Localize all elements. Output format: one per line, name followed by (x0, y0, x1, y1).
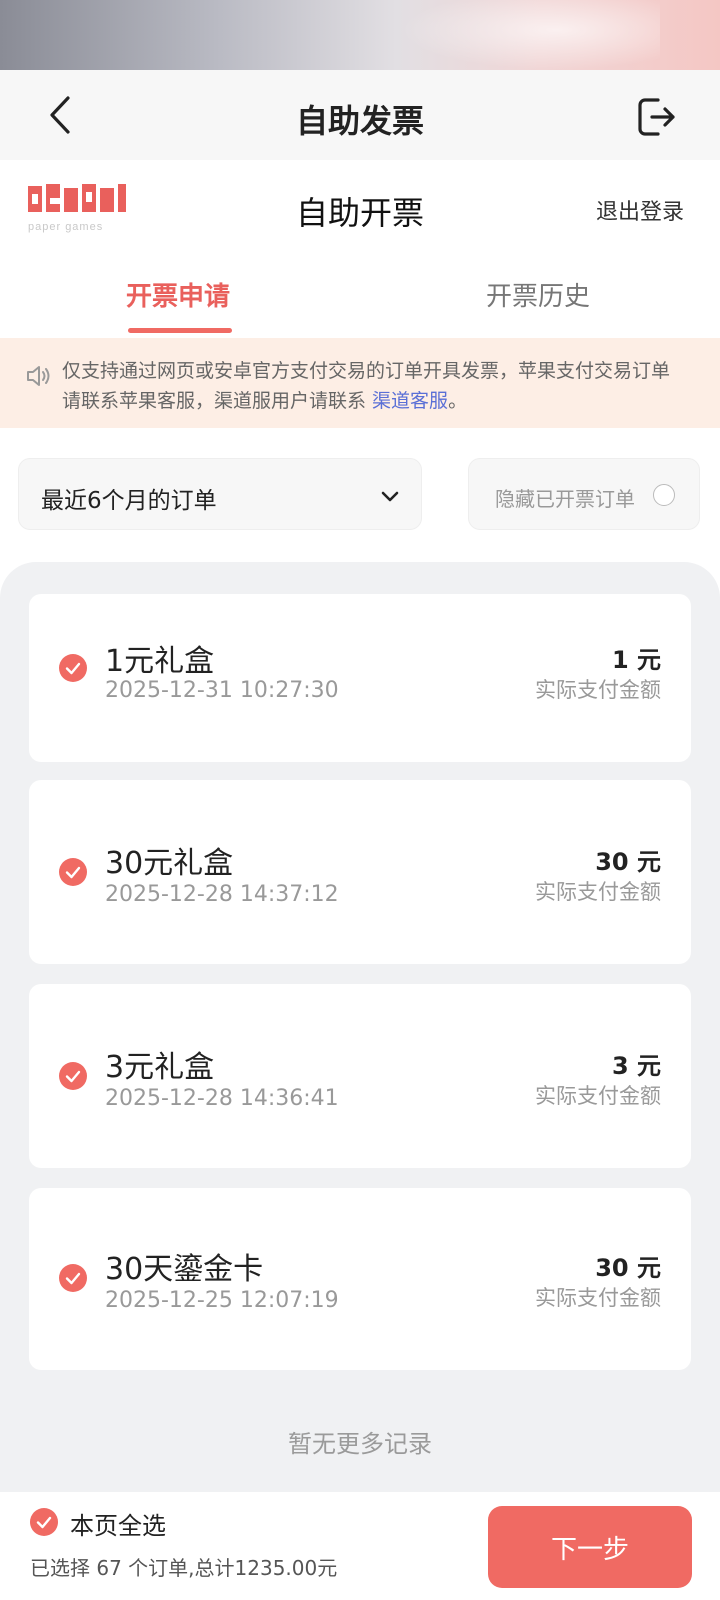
time-range-dropdown[interactable]: 最近6个月的订单 (18, 458, 422, 530)
hide-invoiced-toggle[interactable]: 隐藏已开票订单 (468, 458, 700, 530)
select-all-label[interactable]: 本页全选 (70, 1506, 166, 1541)
order-amount-label: 实际支付金额 (535, 678, 661, 702)
tab-invoice-apply[interactable]: 开票申请 (126, 276, 230, 313)
order-card[interactable]: 30天鎏金卡 2025-12-25 12:07:19 30 元 实际支付金额 (29, 1188, 691, 1370)
footer-bar: 本页全选 已选择 67 个订单,总计1235.00元 下一步 (0, 1492, 720, 1600)
checkmark-circle-icon[interactable] (59, 654, 87, 682)
no-more-records: 暂无更多记录 (288, 1430, 432, 1458)
order-amount-label: 实际支付金额 (535, 1286, 661, 1310)
time-range-value: 最近6个月的订单 (41, 488, 217, 514)
notice-suffix: 。 (448, 390, 468, 412)
next-step-button[interactable]: 下一步 (488, 1506, 692, 1588)
checkmark-circle-icon[interactable] (59, 1264, 87, 1292)
background-shine (400, 0, 660, 70)
order-card[interactable]: 1元礼盒 2025-12-31 10:27:30 1 元 实际支付金额 (29, 594, 691, 762)
select-all-checkmark-icon[interactable] (30, 1508, 58, 1536)
speaker-icon (27, 366, 50, 386)
order-date: 2025-12-28 14:37:12 (105, 882, 339, 907)
exit-button[interactable] (634, 94, 680, 140)
notice-banner: 仅支持通过网页或安卓官方支付交易的订单开具发票，苹果支付交易订单请联系苹果客服，… (0, 338, 720, 428)
logout-link[interactable]: 退出登录 (596, 194, 684, 226)
order-amount: 1 元 (611, 646, 661, 674)
order-name: 1元礼盒 (105, 644, 215, 679)
order-amount: 30 元 (595, 1254, 661, 1282)
active-tab-indicator (128, 328, 232, 333)
order-card[interactable]: 3元礼盒 2025-12-28 14:36:41 3 元 实际支付金额 (29, 984, 691, 1168)
logout-icon (638, 98, 675, 136)
status-bar-background (0, 0, 720, 70)
checkmark-circle-icon[interactable] (59, 858, 87, 886)
page-title: 自助发票 (295, 102, 424, 140)
order-amount-label: 实际支付金额 (535, 1084, 661, 1108)
hide-invoiced-label: 隐藏已开票订单 (495, 487, 635, 511)
order-date: 2025-12-31 10:27:30 (105, 678, 339, 703)
order-name: 30元礼盒 (105, 846, 234, 881)
tab-bar: 开票申请 开票历史 (0, 262, 720, 338)
invoice-header: paper games 自助开票 退出登录 (0, 160, 720, 260)
order-card[interactable]: 30元礼盒 2025-12-28 14:37:12 30 元 实际支付金额 (29, 780, 691, 964)
order-amount: 30 元 (595, 848, 661, 876)
selection-summary: 已选择 67 个订单,总计1235.00元 (30, 1556, 338, 1580)
hide-invoiced-radio[interactable] (653, 484, 675, 506)
chevron-down-icon (381, 491, 399, 502)
order-name: 30天鎏金卡 (105, 1252, 264, 1287)
order-amount: 3 元 (611, 1052, 661, 1080)
tab-invoice-history[interactable]: 开票历史 (486, 276, 590, 313)
order-amount-label: 实际支付金额 (535, 880, 661, 904)
order-date: 2025-12-28 14:36:41 (105, 1086, 339, 1111)
notice-text: 仅支持通过网页或安卓官方支付交易的订单开具发票，苹果支付交易订单请联系苹果客服，… (62, 360, 671, 412)
order-date: 2025-12-25 12:07:19 (105, 1288, 339, 1313)
navbar: 自助发票 (0, 70, 720, 160)
checkmark-circle-icon[interactable] (59, 1062, 87, 1090)
order-name: 3元礼盒 (105, 1050, 215, 1085)
channel-service-link[interactable]: 渠道客服 (372, 390, 448, 412)
